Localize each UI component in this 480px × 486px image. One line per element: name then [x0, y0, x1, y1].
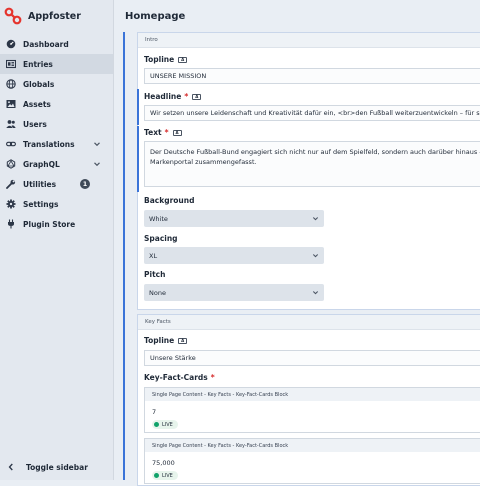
sidebar-item-label: Dashboard: [23, 39, 69, 49]
sidebar-item-label: Translations: [23, 139, 75, 149]
chevron-left-icon: [5, 462, 16, 473]
select-value: White: [149, 214, 168, 223]
toggle-sidebar-button[interactable]: Toggle sidebar: [0, 454, 113, 480]
sidebar-item-settings[interactable]: Settings: [0, 194, 113, 214]
status-text: LIVE: [162, 421, 173, 428]
sidebar-nav: Dashboard Entries Globals Assets Users T…: [0, 34, 113, 234]
sidebar-item-users[interactable]: Users: [0, 114, 113, 134]
pitch-select[interactable]: None: [144, 284, 324, 301]
pitch-label: Pitch: [144, 270, 166, 279]
key-facts-topline-label: Topline A: [144, 336, 188, 345]
spacing-label: Spacing: [144, 234, 178, 243]
background-label: Background: [144, 196, 195, 205]
translatable-icon: A: [178, 56, 188, 63]
app-name: Appfoster: [28, 10, 81, 22]
headline-label: Headline * A: [144, 92, 202, 101]
textarea-line: Markenportal zusammengefasst.: [150, 158, 257, 166]
status-badge: LIVE: [152, 471, 178, 480]
required-marker: *: [184, 92, 189, 101]
headline-input[interactable]: Wir setzen unsere Leidenschaft und Kreat…: [144, 105, 480, 121]
sidebar-item-dashboard[interactable]: Dashboard: [0, 34, 113, 54]
chevron-down-icon: [312, 217, 319, 221]
block-value: 7: [152, 408, 157, 416]
translatable-icon: A: [178, 337, 188, 344]
spacing-select[interactable]: XL: [144, 247, 324, 264]
sidebar-item-utilities[interactable]: Utilities 1: [0, 174, 113, 194]
field-label-text: Topline: [144, 55, 175, 64]
dashboard-icon: [5, 39, 16, 50]
chevron-down-icon[interactable]: [93, 160, 101, 168]
field-label-text: Headline: [144, 92, 182, 101]
field-label-text: Key-Fact-Cards: [144, 373, 208, 382]
key-fact-card-block[interactable]: Single Page Content - Key Facts - Key-Fa…: [144, 438, 480, 484]
topline-input[interactable]: UNSERE MISSION: [144, 68, 480, 84]
select-value: XL: [149, 251, 158, 260]
field-label-text: Topline: [144, 336, 175, 345]
sidebar-item-globals[interactable]: Globals: [0, 74, 113, 94]
text-textarea[interactable]: Der Deutsche Fußball-Bund engagiert sich…: [144, 141, 480, 187]
page-title: Homepage: [125, 10, 186, 22]
chevron-down-icon: [312, 291, 319, 295]
graphql-icon: [5, 159, 16, 170]
live-dot-icon: [154, 422, 159, 427]
sidebar-item-label: Settings: [23, 199, 59, 209]
live-dot-icon: [154, 473, 159, 478]
required-marker: *: [164, 128, 169, 137]
sidebar: Appfoster Dashboard Entries Globals Asse…: [0, 0, 114, 480]
image-icon: [5, 99, 16, 110]
field-focus-indicator: [137, 126, 139, 192]
intro-section-header: Intro: [138, 33, 480, 48]
background-select[interactable]: White: [144, 210, 324, 227]
block-title: Single Page Content - Key Facts - Key-Fa…: [145, 439, 480, 452]
block-value: 75,000: [152, 459, 175, 467]
key-fact-cards-label: Key-Fact-Cards *: [144, 373, 215, 382]
sidebar-item-label: Users: [23, 119, 47, 129]
key-facts-section-header: Key Facts: [138, 315, 480, 330]
link-icon: [5, 139, 16, 150]
sidebar-item-label: Globals: [23, 79, 55, 89]
sidebar-item-assets[interactable]: Assets: [0, 94, 113, 114]
sidebar-item-label: Utilities: [23, 179, 57, 189]
notification-badge: 1: [80, 179, 90, 189]
entries-icon: [5, 59, 16, 70]
textarea-line: Der Deutsche Fußball-Bund engagiert sich…: [150, 148, 480, 156]
gear-icon: [5, 199, 16, 210]
sidebar-item-label: Entries: [23, 59, 53, 69]
users-icon: [5, 119, 16, 130]
sidebar-item-plugin-store[interactable]: Plugin Store: [0, 214, 113, 234]
block-title: Single Page Content - Key Facts - Key-Fa…: [145, 388, 480, 401]
translatable-icon: A: [172, 129, 182, 136]
topline-label: Topline A: [144, 55, 188, 64]
key-facts-topline-input[interactable]: Unsere Stärke: [144, 350, 480, 366]
text-label: Text * A: [144, 128, 182, 137]
brand[interactable]: Appfoster: [0, 0, 113, 32]
field-label-text: Text: [144, 128, 162, 137]
appfoster-logo-icon: [4, 7, 22, 25]
field-focus-indicator: [137, 89, 139, 125]
plug-icon: [5, 219, 16, 230]
focus-indicator: [123, 32, 125, 480]
chevron-down-icon[interactable]: [93, 140, 101, 148]
key-fact-card-block[interactable]: Single Page Content - Key Facts - Key-Fa…: [144, 387, 480, 433]
sidebar-item-graphql[interactable]: GraphQL: [0, 154, 113, 174]
status-badge: LIVE: [152, 420, 178, 429]
globe-icon: [5, 79, 16, 90]
chevron-down-icon: [312, 254, 319, 258]
select-value: None: [149, 288, 166, 297]
sidebar-item-entries[interactable]: Entries: [0, 54, 113, 74]
required-marker: *: [210, 373, 215, 382]
wrench-icon: [5, 179, 16, 190]
translatable-icon: A: [192, 93, 202, 100]
sidebar-item-translations[interactable]: Translations: [0, 134, 113, 154]
sidebar-item-label: GraphQL: [23, 159, 60, 169]
sidebar-item-label: Assets: [23, 99, 51, 109]
toggle-sidebar-label: Toggle sidebar: [26, 462, 88, 472]
sidebar-item-label: Plugin Store: [23, 219, 76, 229]
status-text: LIVE: [162, 472, 173, 479]
